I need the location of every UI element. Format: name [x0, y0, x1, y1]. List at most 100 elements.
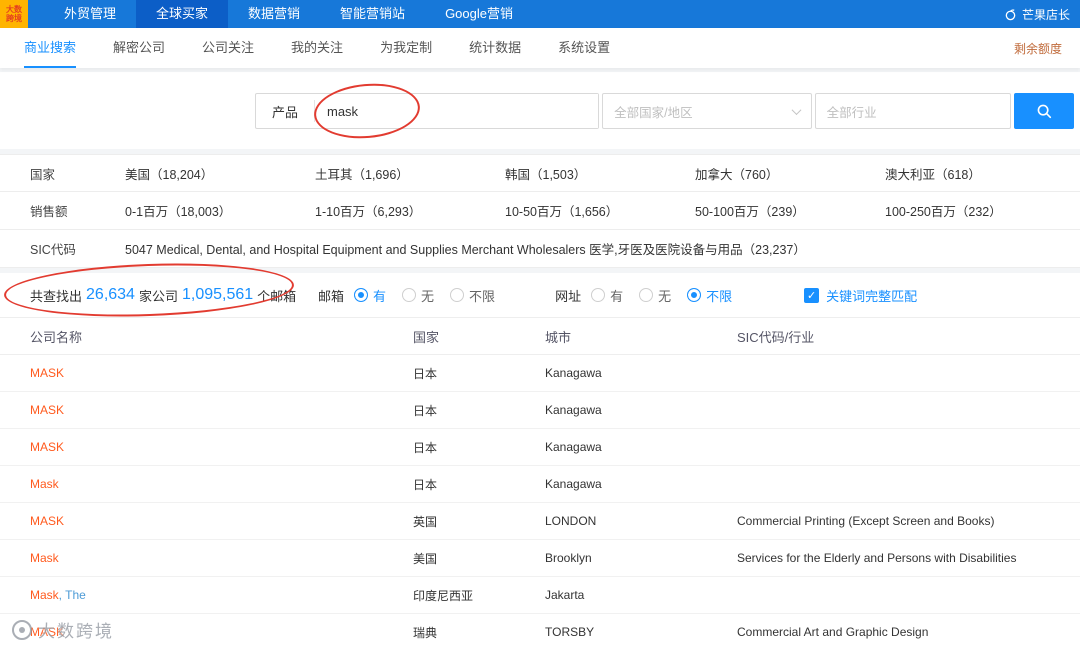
cell-country: 日本: [413, 366, 438, 381]
country-select-placeholder: 全部国家/地区: [614, 105, 693, 120]
subnav-item-decrypt-company[interactable]: 解密公司: [113, 28, 165, 68]
search-button[interactable]: [1014, 93, 1074, 129]
subnav-item-statistics[interactable]: 统计数据: [469, 28, 521, 68]
result-count: 共查找出 26,634 家公司 1,095,561 个邮箱: [30, 286, 297, 304]
topnav-item-smart-marketing-site[interactable]: 智能营销站: [320, 0, 425, 28]
subnav-item-business-search[interactable]: 商业搜索: [24, 28, 77, 68]
company-name-link[interactable]: Mask: [30, 477, 413, 491]
exact-match-checkbox[interactable]: 关键词完整匹配: [804, 286, 917, 305]
product-label: 产品: [271, 104, 298, 120]
col-header-company: 公司名称: [30, 329, 83, 345]
url-filter-label: 网址: [555, 288, 582, 304]
filter-option[interactable]: 加拿大（760）: [695, 164, 885, 183]
industry-select[interactable]: 全部行业: [814, 93, 1012, 129]
filter-row-sic: SIC代码 5047 Medical, Dental, and Hospital…: [0, 230, 1080, 268]
filter-option[interactable]: 10-50百万（1,656）: [505, 201, 695, 220]
col-header-sic: SIC代码/行业: [737, 329, 815, 345]
mango-store-manager-link[interactable]: 芒果店长: [1004, 0, 1080, 28]
watermark: 大数跨境: [12, 617, 114, 642]
industry-select-placeholder: 全部行业: [826, 105, 877, 120]
search-icon: [1037, 104, 1052, 119]
table-header: 公司名称 国家 城市 SIC代码/行业: [0, 317, 1080, 355]
company-name-link[interactable]: MASK: [30, 403, 413, 417]
subnav-item-company-follow[interactable]: 公司关注: [202, 28, 254, 68]
filter-option[interactable]: 韩国（1,503）: [505, 164, 695, 183]
company-name-link[interactable]: Mask, The: [30, 588, 413, 602]
product-search-box: 产品: [255, 93, 600, 129]
filter-option[interactable]: 0-1百万（18,003）: [125, 201, 315, 220]
table-row[interactable]: MASK 日本 Kanagawa: [0, 392, 1080, 429]
topnav-item-foreign-trade[interactable]: 外贸管理: [44, 0, 136, 28]
email-radio-any[interactable]: 不限: [450, 286, 495, 305]
subnav-item-customized-for-me[interactable]: 为我定制: [380, 28, 432, 68]
filter-option[interactable]: 100-250百万（232）: [885, 201, 1075, 220]
filter-option[interactable]: 澳大利亚（618）: [885, 164, 1075, 183]
chevron-down-icon: [791, 104, 802, 115]
radio-icon: [450, 288, 465, 302]
radio-icon: [639, 288, 654, 302]
url-radio-none[interactable]: 无: [639, 286, 671, 305]
url-filter-group: 网址 有 无 不限: [555, 286, 748, 305]
table-row[interactable]: Mask, The 印度尼西亚 Jakarta: [0, 577, 1080, 614]
email-count: 1,095,561: [181, 286, 254, 303]
cell-city: Kanagawa: [545, 440, 602, 454]
filter-option[interactable]: 5047 Medical, Dental, and Hospital Equip…: [125, 239, 1080, 258]
company-count: 26,634: [86, 286, 135, 303]
table-row[interactable]: MASK 日本 Kanagawa: [0, 355, 1080, 392]
filter-option[interactable]: 50-100百万（239）: [695, 201, 885, 220]
url-radio-any[interactable]: 不限: [687, 286, 732, 305]
cell-country: 英国: [413, 514, 438, 529]
company-name-link[interactable]: MASK: [30, 440, 413, 454]
table-row[interactable]: MASK 英国 LONDON Commercial Printing (Exce…: [0, 503, 1080, 540]
filter-option[interactable]: 土耳其（1,696）: [315, 164, 505, 183]
topnav-item-global-buyers[interactable]: 全球买家: [136, 0, 229, 28]
app-logo[interactable]: 大数 跨境: [0, 0, 28, 28]
radio-icon: [591, 288, 606, 302]
filter-row-country: 国家 美国（18,204） 土耳其（1,696） 韩国（1,503） 加拿大（7…: [0, 154, 1080, 192]
radio-icon: [402, 288, 417, 302]
cell-city: Kanagawa: [545, 366, 602, 380]
cell-city: Kanagawa: [545, 403, 602, 417]
email-filter-label: 邮箱: [318, 288, 345, 304]
result-section: 共查找出 26,634 家公司 1,095,561 个邮箱 邮箱 有 无 不限 …: [0, 273, 1080, 646]
company-name-link[interactable]: MASK: [30, 514, 413, 528]
filter-row-sales: 销售额 0-1百万（18,003） 1-10百万（6,293） 10-50百万（…: [0, 192, 1080, 230]
search-section: 产品 全部国家/地区 全部行业: [0, 72, 1080, 149]
filter-label-sic: SIC代码: [30, 243, 76, 257]
keyword-input[interactable]: [315, 94, 599, 128]
table-row[interactable]: MASK 瑞典 TORSBY Commercial Art and Graphi…: [0, 614, 1080, 646]
filter-option[interactable]: 1-10百万（6,293）: [315, 201, 505, 220]
remaining-quota-link[interactable]: 剩余额度: [1014, 40, 1062, 57]
col-header-country: 国家: [413, 329, 440, 345]
cell-city: Kanagawa: [545, 477, 602, 491]
filter-section: 国家 美国（18,204） 土耳其（1,696） 韩国（1,503） 加拿大（7…: [0, 154, 1080, 268]
radio-icon: [687, 288, 702, 302]
topnav-item-google-marketing[interactable]: Google营销: [425, 0, 533, 28]
watermark-logo-icon: [12, 619, 32, 640]
url-radio-has[interactable]: 有: [591, 286, 623, 305]
company-name-link[interactable]: MASK: [30, 366, 413, 380]
email-radio-has[interactable]: 有: [354, 286, 386, 305]
subnav-item-system-settings[interactable]: 系统设置: [558, 28, 610, 68]
top-navbar: 大数 跨境 外贸管理 全球买家 数据营销 智能营销站 Google营销 芒果店长: [0, 0, 1080, 28]
col-header-city: 城市: [545, 329, 572, 345]
filter-option[interactable]: 美国（18,204）: [125, 164, 315, 183]
cell-country: 美国: [413, 551, 438, 566]
email-radio-none[interactable]: 无: [402, 286, 434, 305]
sub-navbar: 商业搜索 解密公司 公司关注 我的关注 为我定制 统计数据 系统设置 剩余额度: [0, 28, 1080, 68]
cell-country: 瑞典: [413, 625, 438, 640]
company-name-link[interactable]: Mask: [30, 551, 413, 565]
checkbox-checked-icon: [804, 287, 820, 303]
cell-sic: Commercial Art and Graphic Design: [737, 625, 929, 639]
filter-label-country: 国家: [30, 167, 56, 182]
cell-city: LONDON: [545, 514, 597, 528]
table-row[interactable]: Mask 日本 Kanagawa: [0, 466, 1080, 503]
subnav-item-my-follow[interactable]: 我的关注: [291, 28, 343, 68]
table-row[interactable]: Mask 美国 Brooklyn Services for the Elderl…: [0, 540, 1080, 577]
topnav-item-data-marketing[interactable]: 数据营销: [228, 0, 320, 28]
country-select[interactable]: 全部国家/地区: [602, 93, 812, 129]
mango-icon: [1005, 8, 1016, 20]
table-row[interactable]: MASK 日本 Kanagawa: [0, 429, 1080, 466]
result-summary-row: 共查找出 26,634 家公司 1,095,561 个邮箱 邮箱 有 无 不限 …: [0, 273, 1080, 317]
radio-icon: [354, 288, 369, 302]
